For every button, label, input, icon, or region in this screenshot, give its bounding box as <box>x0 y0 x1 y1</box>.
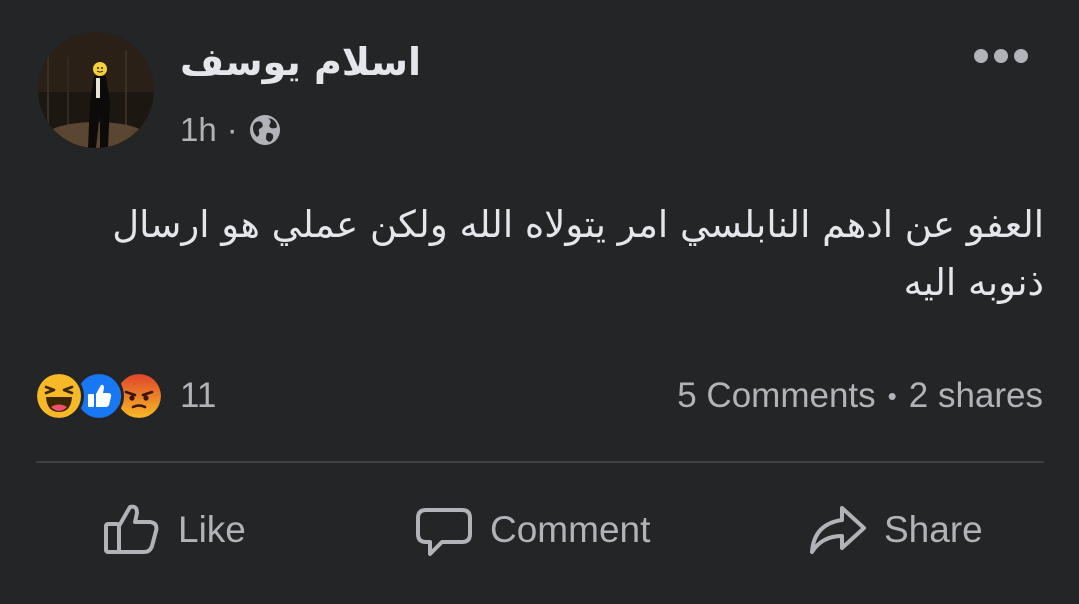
action-bar: Like Comment Share <box>0 490 1079 570</box>
author-name[interactable]: اسلام يوسف <box>180 36 421 88</box>
meta-separator: · <box>226 111 238 148</box>
comment-icon <box>416 508 472 556</box>
reaction-count: 11 <box>180 376 217 415</box>
reactions-summary[interactable]: 11 <box>34 370 216 422</box>
comment-label: Comment <box>490 509 651 550</box>
haha-icon <box>34 371 84 421</box>
share-button[interactable]: Share <box>806 490 983 570</box>
thumbs-up-icon <box>104 504 159 554</box>
post-time[interactable]: 1h <box>180 111 217 149</box>
more-options-button[interactable] <box>966 38 1036 74</box>
avatar-photo <box>38 32 154 148</box>
shares-count-link[interactable]: 2 shares <box>909 376 1043 416</box>
share-label: Share <box>884 509 983 550</box>
comments-count-link[interactable]: 5 Comments <box>677 376 875 416</box>
divider <box>36 461 1044 463</box>
post-stats: 5 Comments • 2 shares <box>677 370 1043 422</box>
stats-separator: • <box>887 380 897 411</box>
comment-button[interactable]: Comment <box>412 490 650 570</box>
post-meta: 1h · <box>180 106 282 154</box>
post-card: اسلام يوسف 1h · العفو عن ادهم النابلسي ا… <box>0 0 1079 604</box>
share-icon <box>810 506 866 554</box>
like-label: Like <box>178 509 246 550</box>
post-text: العفو عن ادهم النابلسي امر يتولاه الله و… <box>112 203 1044 304</box>
like-button[interactable]: Like <box>100 490 246 570</box>
more-dots-icon <box>974 49 1028 63</box>
globe-icon[interactable] <box>248 113 282 147</box>
avatar[interactable] <box>38 32 154 148</box>
